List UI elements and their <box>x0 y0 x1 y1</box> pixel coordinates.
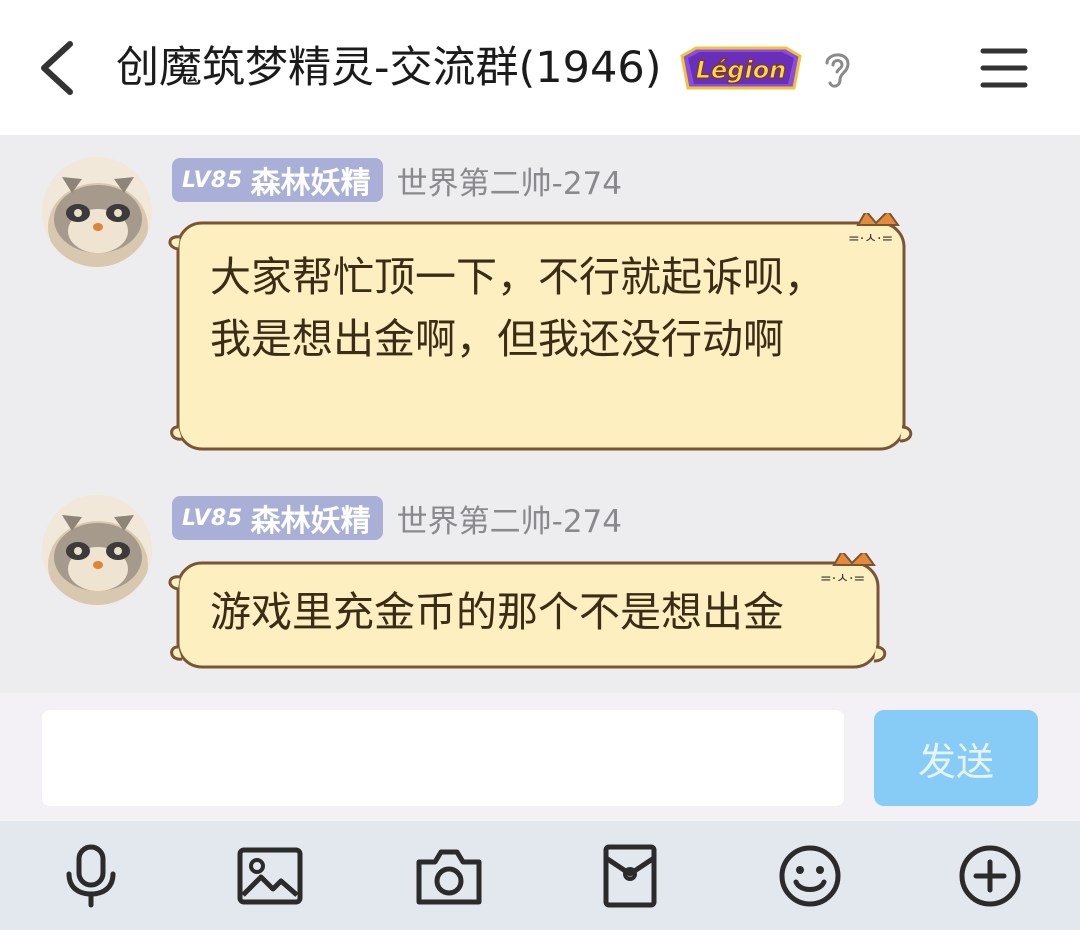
chevron-left-icon <box>41 41 73 95</box>
level-text: LV85 <box>182 167 243 193</box>
message-bubble[interactable]: =·ㅅ·= 游戏里充金币的那个不是想出金 <box>164 553 894 671</box>
image-icon <box>237 847 303 905</box>
input-bar: 发送 <box>0 693 1080 821</box>
image-button[interactable] <box>235 843 305 909</box>
menu-button[interactable] <box>980 46 1028 90</box>
level-badge: LV85 森林妖精 <box>172 496 383 540</box>
hamburger-menu-icon <box>980 48 1028 88</box>
sender-nickname[interactable]: 世界第二帅-274 <box>397 496 622 541</box>
more-button[interactable] <box>955 843 1025 909</box>
camera-button[interactable] <box>414 843 484 909</box>
level-text: LV85 <box>182 505 243 531</box>
back-button[interactable] <box>30 36 90 100</box>
sender-meta: LV85 森林妖精 世界第二帅-274 <box>172 495 622 541</box>
group-title[interactable]: 创魔筑梦精灵-交流群(1946) <box>116 40 662 96</box>
message-text: 大家帮忙顶一下，不行就起诉呗，我是想出金啊，但我还没行动啊 <box>210 253 825 363</box>
red-packet-icon <box>603 844 657 908</box>
bottom-toolbar <box>0 821 1080 930</box>
emoji-button[interactable] <box>775 843 845 909</box>
sender-meta: LV85 森林妖精 世界第二帅-274 <box>172 157 622 203</box>
microphone-icon <box>66 844 116 908</box>
message-text: 游戏里充金币的那个不是想出金 <box>210 588 784 636</box>
legion-badge-icon: Légion <box>678 42 804 96</box>
member-title: 森林妖精 <box>250 504 371 539</box>
sender-nickname[interactable]: 世界第二帅-274 <box>397 158 622 203</box>
ear-icon[interactable] <box>818 47 856 91</box>
message-item: LV85 森林妖精 世界第二帅-274 =·ㅅ·= 游戏里充金币的那个不是想出金 <box>0 475 1080 693</box>
red-packet-button[interactable] <box>595 843 665 909</box>
chat-header: 创魔筑梦精灵-交流群(1946) Légion <box>0 0 1080 135</box>
message-bubble[interactable]: =·ㅅ·= 大家帮忙顶一下，不行就起诉呗，我是想出金啊，但我还没行动啊 <box>164 213 920 453</box>
camera-icon <box>416 849 482 905</box>
avatar[interactable] <box>42 495 152 605</box>
plus-icon <box>959 845 1021 907</box>
voice-button[interactable] <box>56 843 126 909</box>
send-button[interactable]: 发送 <box>874 710 1038 806</box>
message-input[interactable] <box>42 710 844 806</box>
avatar[interactable] <box>42 157 152 267</box>
message-list[interactable]: LV85 森林妖精 世界第二帅-274 =·ㅅ·= 大家帮忙顶一下，不行就起诉呗… <box>0 135 1080 693</box>
member-title: 森林妖精 <box>250 166 371 201</box>
message-item: LV85 森林妖精 世界第二帅-274 =·ㅅ·= 大家帮忙顶一下，不行就起诉呗… <box>0 135 1080 465</box>
svg-text:=·ㅅ·=: =·ㅅ·= <box>848 231 893 247</box>
level-badge: LV85 森林妖精 <box>172 158 383 202</box>
svg-text:Légion: Légion <box>696 56 787 84</box>
emoji-icon <box>779 845 841 907</box>
